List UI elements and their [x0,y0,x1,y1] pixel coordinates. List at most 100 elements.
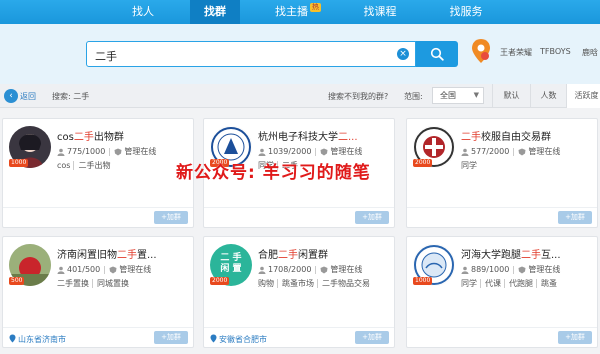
group-name-prefix: cos [57,132,74,143]
group-name-suffix: 置... [137,250,157,261]
search-band: 二手 × 王者荣耀 TFBOYS 鹿晗 [0,24,600,84]
group-tags: 同学 [461,160,477,171]
search-input-value: 二手 [95,50,117,63]
group-name[interactable]: 河海大学跑腿二手互... [461,246,561,261]
group-stats: 889/1000 管理在线 [461,264,560,275]
tab-find-courses[interactable]: 找课程 [350,0,410,24]
group-stats: 1039/2000 管理在线 [258,146,362,157]
group-name[interactable]: 二手校服自由交易群 [461,128,551,143]
group-location[interactable]: 山东省济南市 [18,334,66,345]
group-name-highlight: 二手 [73,132,94,143]
tag: 二手物品交易 [317,279,370,288]
members-icon [258,148,266,156]
group-tags: 二手置换 同城置换 [57,278,129,289]
group-tags: 购物 跳蚤市场 二手物品交易 [258,278,370,289]
member-count: 1708/2000 [268,265,312,274]
member-count: 401/500 [67,265,101,274]
tag: 二手置换 [57,279,89,288]
tab-find-streamers-label: 找主播 [275,5,308,18]
not-found-link[interactable]: 搜索不到我的群? [328,91,388,102]
level-badge: 2000 [210,277,230,285]
member-count: 889/1000 [471,265,510,274]
chevron-down-icon: ▼ [473,91,479,99]
search-icon [430,47,444,61]
members-icon [461,266,469,274]
hot-search-link[interactable]: 王者荣耀 [500,47,532,58]
group-location[interactable]: 安徽省合肥市 [219,334,267,345]
tab-find-groups[interactable]: 找群 [190,0,240,24]
admin-status: 管理在线 [330,265,363,274]
members-icon [57,266,65,274]
join-group-button[interactable]: +加群 [558,331,592,344]
group-card[interactable]: 1000 河海大学跑腿二手互... 889/1000 管理在线 同学 代课 代跑腿 跳蚤… [406,236,598,348]
range-select[interactable]: 全国 ▼ [432,87,484,104]
clear-icon[interactable]: × [397,48,409,60]
admin-icon [320,266,328,273]
admin-icon [518,148,526,155]
tag: 代课 [480,279,501,288]
tag: 同学 [461,161,477,170]
back-link[interactable]: 返回 [20,91,36,102]
back-arrow-icon[interactable]: ‹ [4,89,18,103]
join-group-button[interactable]: +加群 [558,211,592,224]
join-group-button[interactable]: +加群 [154,211,188,224]
group-name[interactable]: 合肥二手闲置群 [258,246,328,261]
hot-badge: 热 [310,3,321,12]
admin-status: 管理在线 [330,147,363,156]
search-summary: 搜索: 二手 [52,92,90,101]
tab-find-streamers[interactable]: 找主播热 [268,0,328,24]
group-name-highlight: 二手 [117,250,137,261]
group-name-suffix: 闲置群 [298,250,328,261]
member-count: 775/1000 [67,147,106,156]
group-name-highlight: 二手 [461,132,481,143]
group-stats: 401/500 管理在线 [57,264,151,275]
group-card[interactable]: 二 手闲 置 2000 合肥二手闲置群 1708/2000 管理在线 购物 跳蚤市场… [203,236,395,348]
admin-icon [109,266,117,273]
watermark-text: 新公众号: 羊习习的随笔 [176,163,371,183]
group-stats: 577/2000 管理在线 [461,146,560,157]
group-card[interactable]: 1000 cos二手出物群 775/1000 管理在线 cos 二手出物 +加群 [2,118,194,228]
avatar-text-line: 闲 置 [220,264,242,274]
location-pin-icon[interactable] [470,38,492,64]
avatar-text-line: 二 手 [220,253,242,263]
hot-search-link[interactable]: TFBOYS [540,47,571,56]
admin-status: 管理在线 [119,265,152,274]
sort-tab-default[interactable]: 默认 [492,84,530,108]
range-label: 范围: [404,92,423,101]
tag: cos [57,161,71,170]
tag: 跳蚤市场 [277,279,314,288]
location-icon [210,334,217,343]
tab-find-services[interactable]: 找服务 [436,0,496,24]
tag: 跳蚤 [536,279,557,288]
group-name-suffix: 校服自由交易群 [481,132,551,143]
top-nav: 找人 找群 找主播热 找课程 找服务 [0,0,600,24]
sort-tab-activity[interactable]: 活跃度 [566,84,600,108]
group-tags: 同学 代课 代跑腿 跳蚤 [461,278,557,289]
location-icon [9,334,16,343]
join-group-button[interactable]: +加群 [154,331,188,344]
group-name-highlight: 二手 [278,250,298,261]
group-name-suffix: 出物群 [93,132,124,143]
group-name[interactable]: 杭州电子科技大学二... [258,128,358,143]
admin-icon [114,148,122,155]
level-badge: 500 [9,277,25,285]
sort-tab-members[interactable]: 人数 [530,84,566,108]
group-stats: 775/1000 管理在线 [57,146,156,157]
tag: 代跑腿 [504,279,533,288]
level-badge: 1000 [413,277,433,285]
group-card[interactable]: 500 济南闲置旧物二手置... 401/500 管理在线 二手置换 同城置换 山东… [2,236,194,348]
group-card[interactable]: 2000 二手校服自由交易群 577/2000 管理在线 同学 +加群 [406,118,598,228]
group-name[interactable]: cos二手出物群 [57,128,124,143]
level-badge: 1000 [9,159,29,167]
join-group-button[interactable]: +加群 [355,211,389,224]
search-button[interactable] [416,41,458,67]
hot-search-link[interactable]: 鹿晗 [582,47,598,58]
admin-status: 管理在线 [124,147,157,156]
range-select-value: 全国 [440,91,456,100]
join-group-button[interactable]: +加群 [355,331,389,344]
tag: 同学 [461,279,477,288]
group-name-prefix: 济南闲置旧物 [57,250,117,261]
group-name[interactable]: 济南闲置旧物二手置... [57,246,157,261]
search-input[interactable]: 二手 × [86,41,416,67]
tab-find-people[interactable]: 找人 [118,0,168,24]
